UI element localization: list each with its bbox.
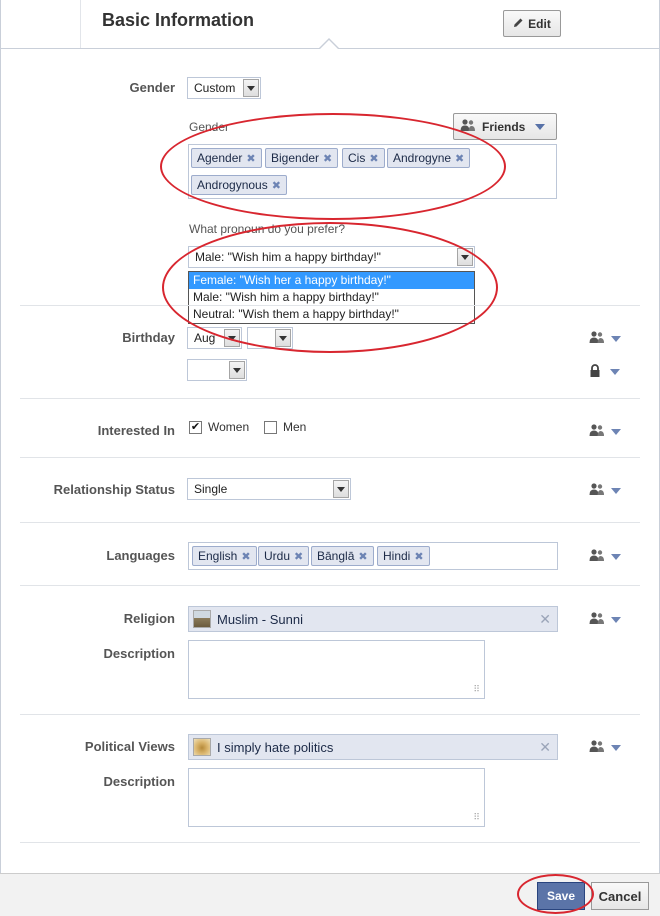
political-description-label: Description (103, 774, 175, 789)
chevron-down-icon (535, 123, 546, 130)
close-icon[interactable]: ✕ (539, 739, 551, 756)
audience-label: Friends (482, 119, 526, 134)
chevron-down-icon (243, 79, 259, 97)
language-token[interactable]: Hindi ✖ (377, 546, 430, 566)
divider (20, 585, 640, 586)
language-token[interactable]: Urdu ✖ (258, 546, 310, 566)
chevron-down-icon (610, 369, 620, 375)
interested-in-label: Interested In (97, 423, 175, 438)
divider (20, 522, 640, 523)
political-thumbnail (193, 738, 211, 756)
relationship-label: Relationship Status (53, 482, 175, 497)
page-title: Basic Information (102, 10, 255, 30)
resize-grip-icon[interactable]: ⠿ (473, 684, 480, 695)
religion-label: Religion (123, 611, 175, 626)
divider (20, 714, 640, 715)
edit-button[interactable]: Edit (503, 10, 561, 37)
gender-select-value: Custom (194, 81, 236, 95)
political-views-label: Political Views (84, 739, 175, 754)
religion-description-textarea[interactable]: ⠿ (188, 640, 485, 699)
people-icon (589, 740, 605, 755)
women-checkbox[interactable]: ✔ (189, 420, 202, 434)
frame-border-left (0, 0, 1, 916)
language-token[interactable]: Bānglā ✖ (311, 546, 374, 566)
language-token[interactable]: English ✖ (192, 546, 257, 566)
people-icon (589, 424, 605, 439)
token-label: Urdu (264, 549, 291, 563)
close-icon[interactable]: ✖ (414, 550, 423, 563)
religion-description-label: Description (103, 646, 175, 661)
annotation-ellipse (517, 874, 594, 914)
frame-border-inner (80, 0, 81, 48)
languages-label: Languages (106, 548, 175, 563)
men-label: Men (283, 420, 307, 434)
political-privacy-selector[interactable] (589, 740, 621, 755)
chevron-down-icon (611, 616, 621, 623)
birthday-privacy-selector[interactable] (589, 331, 621, 346)
edit-label: Edit (528, 16, 551, 31)
relationship-privacy-selector[interactable] (589, 483, 621, 498)
chevron-down-icon (611, 487, 621, 494)
close-icon[interactable]: ✖ (294, 550, 303, 563)
birthday-label: Birthday (122, 330, 175, 345)
birthday-year-select[interactable] (187, 359, 247, 381)
gender-label: Gender (129, 80, 175, 95)
token-label: Bānglā (317, 549, 355, 563)
chevron-down-icon (333, 480, 349, 498)
languages-privacy-selector[interactable] (589, 549, 621, 564)
divider (20, 457, 640, 458)
close-icon[interactable]: ✖ (241, 550, 250, 563)
header-notch-inner (319, 40, 339, 50)
close-icon[interactable]: ✕ (539, 611, 551, 628)
people-icon (589, 331, 605, 346)
interested-privacy-selector[interactable] (589, 424, 621, 439)
people-icon (589, 612, 605, 627)
chevron-down-icon (229, 361, 245, 379)
interested-women[interactable]: ✔ Women (189, 420, 249, 434)
annotation-ellipse (162, 222, 498, 353)
political-token[interactable]: I simply hate politics ✕ (188, 734, 558, 760)
chevron-down-icon (611, 428, 621, 435)
people-icon (589, 483, 605, 498)
divider (20, 842, 640, 843)
token-label: English (198, 549, 238, 563)
religion-token[interactable]: Muslim - Sunni ✕ (188, 606, 558, 632)
interested-men[interactable]: Men (264, 420, 306, 434)
chevron-down-icon (611, 744, 621, 751)
men-checkbox[interactable] (264, 420, 277, 434)
chevron-down-icon (611, 553, 621, 560)
political-value: I simply hate politics (217, 739, 334, 755)
annotation-ellipse (160, 113, 506, 220)
birthday-year-privacy-selector[interactable] (589, 364, 620, 380)
chevron-down-icon (611, 335, 621, 342)
women-label: Women (208, 420, 250, 434)
religion-thumbnail (193, 610, 211, 628)
pencil-icon (513, 17, 524, 31)
token-label: Hindi (383, 549, 411, 563)
political-description-textarea[interactable]: ⠿ (188, 768, 485, 827)
lock-icon (589, 364, 601, 380)
gender-select[interactable]: Custom (187, 77, 261, 99)
cancel-button[interactable]: Cancel (591, 882, 649, 910)
religion-privacy-selector[interactable] (589, 612, 621, 627)
divider (20, 398, 640, 399)
relationship-value: Single (194, 482, 228, 496)
resize-grip-icon[interactable]: ⠿ (473, 812, 480, 823)
religion-value: Muslim - Sunni (217, 611, 303, 627)
close-icon[interactable]: ✖ (358, 550, 367, 563)
people-icon (589, 549, 605, 564)
relationship-select[interactable]: Single (187, 478, 351, 500)
